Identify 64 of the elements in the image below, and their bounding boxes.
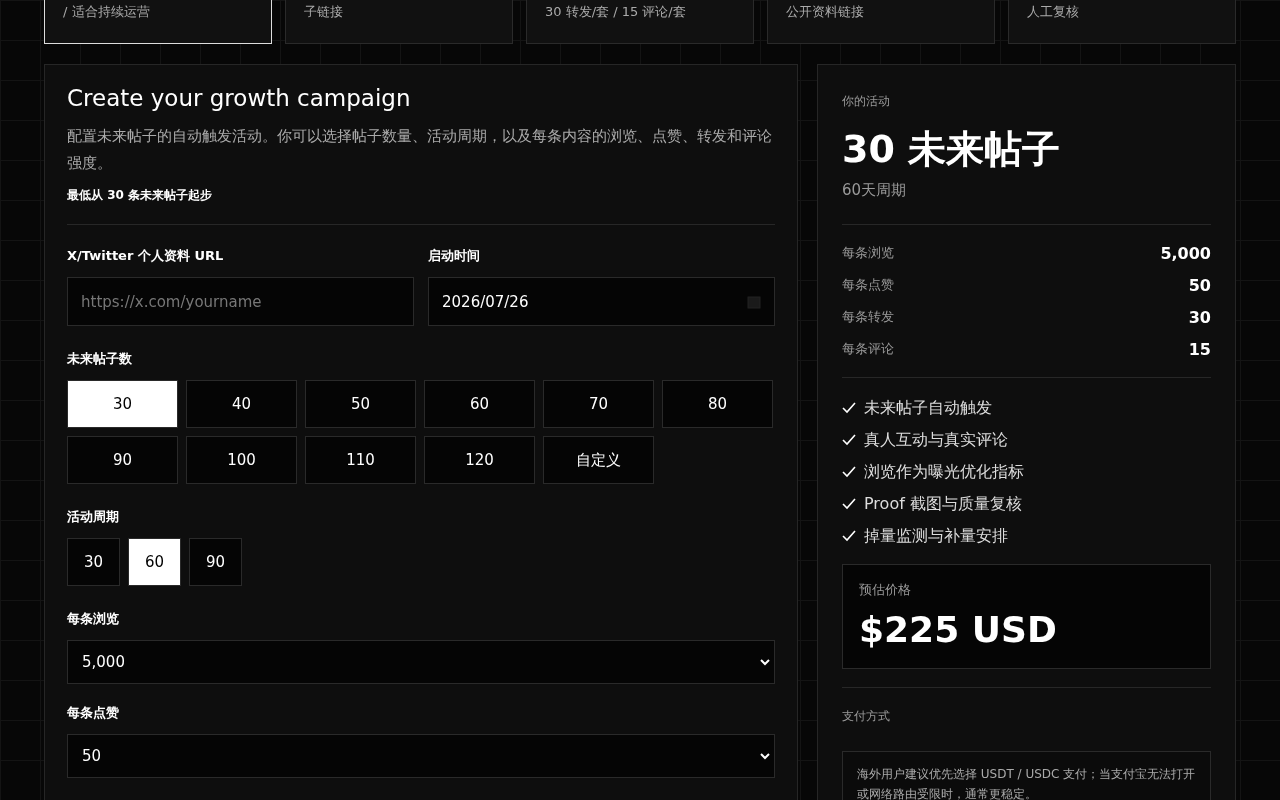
dropdown[interactable]: 50	[67, 734, 775, 778]
form-description: 配置未来帖子的自动触发活动。你可以选择帖子数量、活动周期，以及每条内容的浏览、点赞、转发和评论强度。	[67, 126, 773, 174]
post-count-option[interactable]: 50	[305, 380, 416, 428]
field-label: 未来帖子数	[67, 350, 133, 368]
post-count-option[interactable]: 60	[424, 380, 535, 428]
plan-card[interactable]: / 适合持续运营	[44, 0, 272, 44]
plan-description: / 适合持续运营	[63, 3, 150, 21]
metric-label: 每条点赞	[842, 276, 894, 294]
check-icon	[842, 402, 856, 414]
field-label: X/Twitter 个人资料 URL	[67, 247, 225, 265]
minimum-note: 最低从 30 条未来帖子起步	[67, 187, 214, 204]
plan-description: 公开资料链接	[786, 3, 864, 21]
feature-text: 掉量监测与补量安排	[864, 525, 1008, 547]
post-count-option[interactable]: 40	[186, 380, 297, 428]
plan-description: 人工复核	[1027, 3, 1079, 21]
field-label: 每条点赞	[67, 704, 120, 722]
duration-option[interactable]: 90	[189, 538, 242, 586]
plan-card[interactable]: 子链接	[285, 0, 513, 44]
check-icon	[842, 530, 856, 542]
field-label: 活动周期	[67, 508, 120, 526]
chevron-icon	[760, 752, 770, 760]
plan-card[interactable]: 公开资料链接	[767, 0, 995, 44]
price-label: 预估价格	[859, 581, 912, 599]
metric-value: 15	[1188, 339, 1211, 359]
check-icon	[842, 434, 856, 446]
metric-label: 每条评论	[842, 340, 894, 358]
feature-text: 真人互动与真实评论	[864, 429, 1008, 451]
duration-option[interactable]: 60	[128, 538, 181, 586]
feature-text: 浏览作为曝光优化指标	[864, 461, 1024, 483]
feature-text: 未来帖子自动触发	[864, 397, 992, 419]
plan-card[interactable]: 人工复核	[1008, 0, 1236, 44]
form-title: Create your growth campaign	[67, 85, 412, 111]
field-label: 每条浏览	[67, 610, 120, 628]
summary-headline: 30 未来帖子	[842, 126, 1062, 173]
post-count-option[interactable]: 70	[543, 380, 654, 428]
summary-period: 60天周期	[842, 181, 908, 200]
feature-text: Proof 截图与质量复核	[864, 493, 1022, 515]
check-icon	[842, 498, 856, 510]
chevron-icon	[760, 658, 770, 666]
date-field[interactable]: 2026/07/26	[428, 277, 775, 326]
post-count-option[interactable]: 30	[67, 380, 178, 428]
payment-label: 支付方式	[842, 708, 891, 725]
metric-value: 30	[1188, 307, 1211, 327]
post-count-option[interactable]: 100	[186, 436, 297, 484]
check-icon	[842, 466, 856, 478]
metric-value: 5,000	[1160, 243, 1211, 263]
dropdown[interactable]: 5,000	[67, 640, 775, 684]
metric-label: 每条转发	[842, 308, 894, 326]
post-count-option[interactable]: 90	[67, 436, 178, 484]
post-count-option[interactable]: 80	[662, 380, 773, 428]
post-count-option[interactable]: 110	[305, 436, 416, 484]
payment-note: 海外用户建议优先选择 USDT / USDC 支付；当支付宝无法打开或网络路由受限时，通常更稳定。	[857, 767, 1196, 800]
profile-url-field[interactable]: https://x.com/yourname	[67, 277, 414, 326]
price-value: $225 USD	[859, 609, 1058, 650]
metric-label: 每条浏览	[842, 244, 894, 262]
summary-label: 你的活动	[842, 93, 891, 110]
post-count-option[interactable]: 120	[424, 436, 535, 484]
plan-description: 子链接	[304, 3, 343, 21]
post-count-option[interactable]: 自定义	[543, 436, 654, 484]
metric-value: 50	[1188, 275, 1211, 295]
field-label: 启动时间	[428, 247, 481, 265]
duration-option[interactable]: 30	[67, 538, 120, 586]
plan-description: 30 转发/套 / 15 评论/套	[545, 3, 686, 21]
plan-card[interactable]: 30 转发/套 / 15 评论/套	[526, 0, 754, 44]
